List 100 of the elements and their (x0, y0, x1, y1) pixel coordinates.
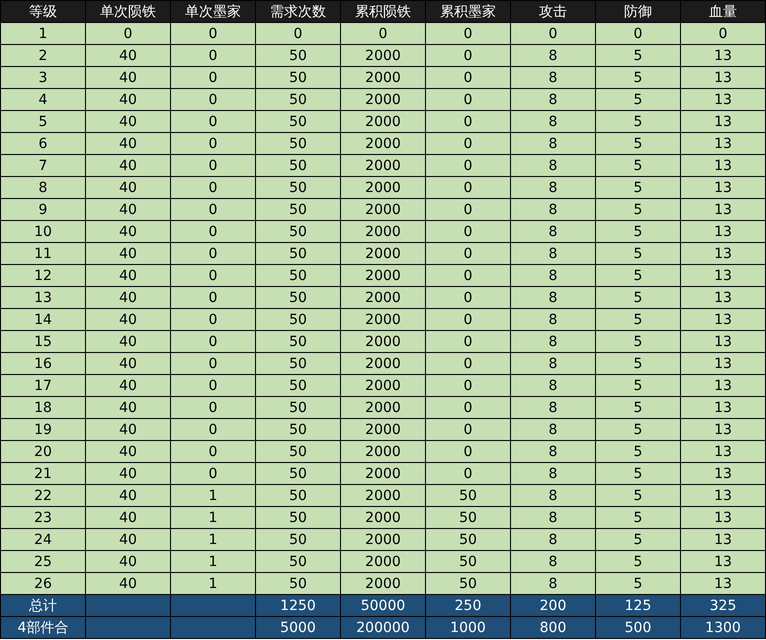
table-cell: 8 (510, 154, 596, 176)
table-cell: 0 (680, 22, 766, 44)
table-cell: 200000 (340, 616, 426, 638)
table-cell: 50 (426, 572, 510, 594)
table-cell: 5 (596, 396, 680, 418)
table-cell: 5 (596, 110, 680, 132)
table-cell: 2000 (340, 242, 426, 264)
table-cell: 40 (86, 308, 170, 330)
table-cell: 13 (680, 264, 766, 286)
table-cell: 40 (86, 44, 170, 66)
table-cell: 4 (0, 88, 86, 110)
table-cell: 13 (680, 220, 766, 242)
table-cell: 8 (510, 462, 596, 484)
table-cell: 8 (510, 264, 596, 286)
table-cell: 40 (86, 110, 170, 132)
table-cell: 5 (596, 374, 680, 396)
table-cell: 2000 (340, 330, 426, 352)
table-cell: 8 (510, 418, 596, 440)
column-header: 累积墨家 (426, 0, 510, 22)
table-cell: 5 (596, 528, 680, 550)
table-cell: 50 (256, 374, 340, 396)
table-cell: 0 (426, 396, 510, 418)
row-header: 总计 (0, 594, 86, 616)
table-cell: 325 (680, 594, 766, 616)
table-cell: 2000 (340, 374, 426, 396)
table-cell: 40 (86, 550, 170, 572)
table-cell: 2000 (340, 440, 426, 462)
table-cell: 500 (596, 616, 680, 638)
table-cell: 20 (0, 440, 86, 462)
table-cell: 50 (256, 154, 340, 176)
table-cell: 0 (596, 22, 680, 44)
table-cell: 40 (86, 572, 170, 594)
table-cell: 40 (86, 528, 170, 550)
table-cell: 5 (596, 506, 680, 528)
table-cell: 40 (86, 440, 170, 462)
table-cell: 2000 (340, 462, 426, 484)
table-cell: 8 (510, 528, 596, 550)
table-cell: 5 (596, 132, 680, 154)
table-cell: 0 (170, 198, 256, 220)
table-cell: 50 (256, 198, 340, 220)
column-header: 单次墨家 (170, 0, 256, 22)
table-cell: 5 (596, 154, 680, 176)
table-cell: 1 (170, 528, 256, 550)
table-cell: 0 (170, 374, 256, 396)
table-cell: 18 (0, 396, 86, 418)
table-cell: 5 (596, 440, 680, 462)
table-cell: 50 (426, 550, 510, 572)
table-cell: 40 (86, 484, 170, 506)
table-cell: 7 (0, 154, 86, 176)
table-cell: 0 (426, 418, 510, 440)
table-cell: 2000 (340, 572, 426, 594)
table-cell: 5 (596, 264, 680, 286)
table-cell: 2000 (340, 418, 426, 440)
column-header: 防御 (596, 0, 680, 22)
table-cell: 2000 (340, 506, 426, 528)
table-cell: 8 (510, 396, 596, 418)
table-cell: 40 (86, 176, 170, 198)
table-cell: 50 (256, 308, 340, 330)
table-cell: 50 (256, 88, 340, 110)
table-cell: 0 (426, 440, 510, 462)
table-cell: 0 (86, 22, 170, 44)
table-cell: 50 (256, 176, 340, 198)
table-cell: 0 (170, 22, 256, 44)
table-cell: 1300 (680, 616, 766, 638)
table-cell: 50 (256, 264, 340, 286)
table-cell: 200 (510, 594, 596, 616)
table-cell: 5 (596, 462, 680, 484)
table-cell: 0 (170, 330, 256, 352)
table-cell: 5 (596, 220, 680, 242)
table-cell: 8 (510, 330, 596, 352)
table-cell: 5 (596, 44, 680, 66)
table-cell: 0 (426, 220, 510, 242)
table-cell: 8 (510, 286, 596, 308)
table-cell: 13 (680, 88, 766, 110)
table-cell: 1 (0, 22, 86, 44)
table-cell: 0 (510, 22, 596, 44)
table-cell: 40 (86, 286, 170, 308)
table-cell: 0 (170, 154, 256, 176)
table-cell: 0 (170, 132, 256, 154)
table-cell: 50 (256, 286, 340, 308)
table-cell: 0 (426, 132, 510, 154)
table-cell: 8 (510, 506, 596, 528)
table-cell: 0 (426, 308, 510, 330)
table-cell: 13 (680, 572, 766, 594)
table-cell: 50 (256, 506, 340, 528)
table-cell: 13 (680, 506, 766, 528)
table-cell: 1250 (256, 594, 340, 616)
table-cell: 40 (86, 506, 170, 528)
table-cell: 50 (256, 462, 340, 484)
table-cell: 13 (680, 154, 766, 176)
table-cell: 8 (510, 440, 596, 462)
table-cell: 13 (680, 308, 766, 330)
table-cell: 40 (86, 198, 170, 220)
table-cell: 13 (680, 528, 766, 550)
table-cell: 0 (170, 308, 256, 330)
table-cell: 17 (0, 374, 86, 396)
table-cell: 0 (426, 22, 510, 44)
table-cell: 13 (680, 66, 766, 88)
table-cell: 2000 (340, 220, 426, 242)
table-cell: 2000 (340, 352, 426, 374)
